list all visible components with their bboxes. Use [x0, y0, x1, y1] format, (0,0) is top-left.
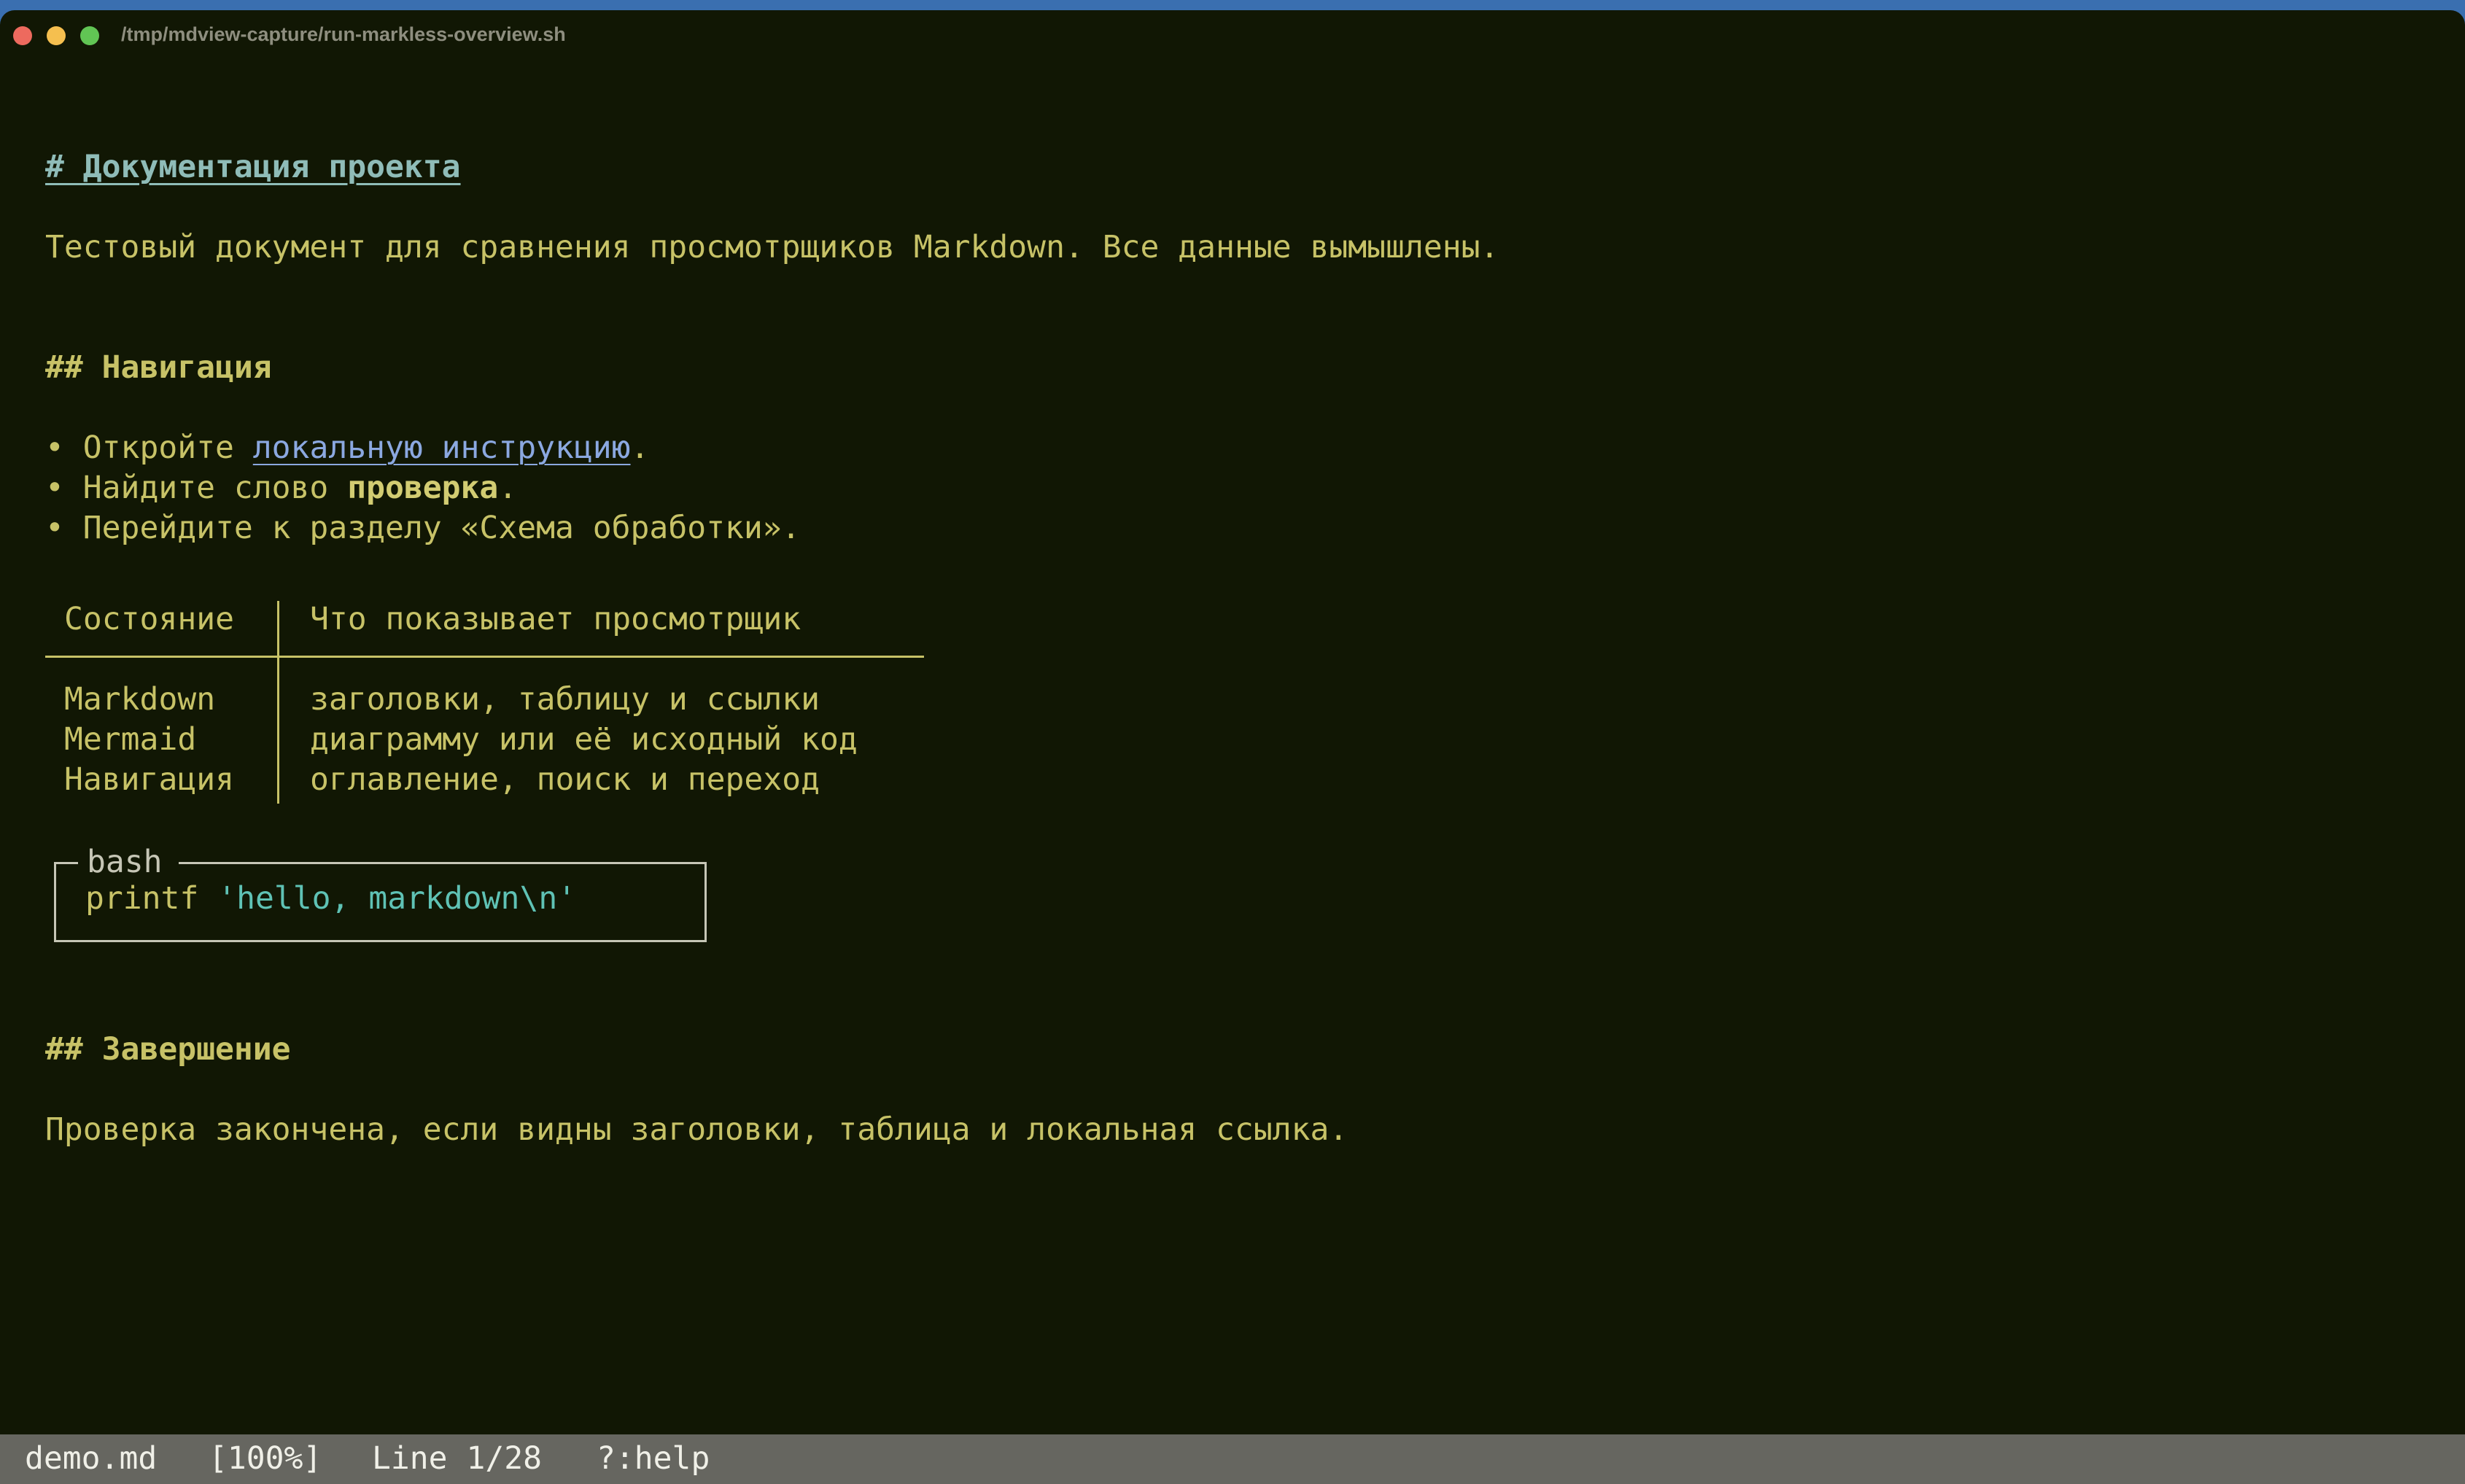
table-cell: заголовки, таблицу и ссылки — [310, 681, 820, 718]
table-cell: Навигация — [64, 761, 234, 798]
list-item: • Найдите слово проверка. — [45, 470, 517, 506]
conclusion-heading: ## Завершение — [45, 1031, 291, 1068]
bold-word: проверка — [347, 470, 499, 506]
status-bar: demo.md [100%] Line 1/28 ?:help — [0, 1434, 2465, 1484]
conclusion-paragraph: Проверка закончена, если видны заголовки… — [45, 1111, 1348, 1148]
table-cell: оглавление, поиск и переход — [310, 761, 820, 798]
markdown-viewer: # Документация проекта Тестовый документ… — [45, 10, 1499, 1148]
list-item-text: Найдите слово — [63, 470, 348, 506]
table-header-state: Состояние — [64, 601, 234, 637]
bullet-marker: • — [45, 470, 64, 506]
status-percent: [100%] — [209, 1440, 322, 1477]
table-column-divider — [277, 601, 279, 658]
code-line: printf 'hello, markdown\n' — [85, 880, 576, 917]
code-string: 'hello, markdown\n' — [217, 880, 577, 917]
list-item-punct: . — [498, 470, 518, 506]
code-command: printf — [85, 880, 199, 917]
document-title: # Документация проекта — [45, 149, 461, 185]
code-language-label: bash — [78, 844, 179, 880]
list-item-punct: . — [630, 430, 650, 466]
list-item: • Откройте локальную инструкцию. — [45, 430, 649, 466]
title-bar: /tmp/mdview-capture/run-markless-overvie… — [0, 10, 2465, 61]
terminal-window: /tmp/mdview-capture/run-markless-overvie… — [0, 10, 2465, 1484]
table-header-divider — [45, 656, 924, 658]
status-line: Line 1/28 — [372, 1440, 542, 1477]
local-guide-link[interactable]: локальную инструкцию — [253, 430, 631, 466]
table-cell: диаграмму или её исходный код — [310, 721, 858, 758]
close-window-button[interactable] — [13, 26, 32, 45]
navigation-heading: ## Навигация — [45, 349, 272, 386]
table-header-description: Что показывает просмотрщик — [310, 601, 801, 637]
table-column-divider — [277, 658, 279, 804]
list-item-text: Откройте — [63, 430, 253, 466]
code-block: bash printf 'hello, markdown\n' — [54, 844, 707, 942]
list-item-text: Перейдите к разделу «Схема обработки». — [63, 510, 801, 546]
window-title: /tmp/mdview-capture/run-markless-overvie… — [121, 23, 566, 45]
status-help-hint: ?:help — [597, 1440, 710, 1477]
bullet-marker: • — [45, 430, 64, 466]
table-cell: Markdown — [64, 681, 216, 718]
bullet-marker: • — [45, 510, 64, 546]
status-filename: demo.md — [25, 1440, 158, 1477]
markdown-table: Состояние Что показывает просмотрщик Mar… — [45, 601, 924, 805]
list-item: • Перейдите к разделу «Схема обработки». — [45, 510, 801, 546]
intro-paragraph: Тестовый документ для сравнения просмотр… — [45, 229, 1499, 265]
table-cell: Mermaid — [64, 721, 197, 758]
